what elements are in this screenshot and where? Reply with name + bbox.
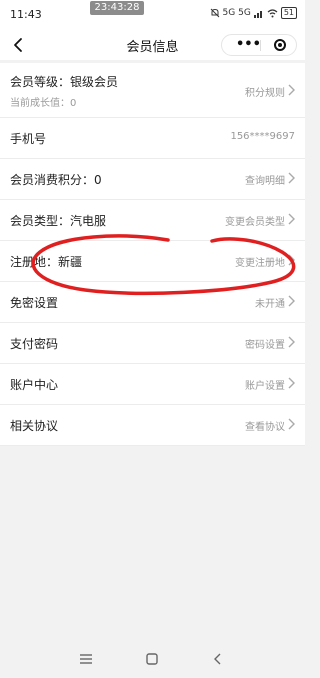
payment-password-row[interactable]: 支付密码 密码设置 (0, 323, 305, 364)
view-agreements-link[interactable]: 查看协议 (245, 418, 285, 433)
password-free-status[interactable]: 未开通 (255, 295, 285, 310)
phone-value: 156****9697 (230, 131, 295, 142)
signal-icon (253, 10, 262, 18)
more-menu-icon[interactable]: ••• (236, 37, 261, 52)
mini-program-capsule: ••• (221, 34, 297, 56)
system-navigation-bar (0, 640, 305, 678)
nav-bar: 会员信息 ••• (0, 30, 305, 60)
chevron-right-icon (288, 336, 295, 348)
member-type-label: 会员类型：汽电服 (10, 214, 107, 228)
password-settings-link[interactable]: 密码设置 (245, 336, 285, 351)
registration-place-label: 注册地：新疆 (10, 255, 83, 269)
change-member-type-link[interactable]: 变更会员类型 (225, 213, 285, 228)
consumption-points-label: 会员消费积分：0 (10, 173, 102, 187)
account-settings-link[interactable]: 账户设置 (245, 377, 285, 392)
member-info-list: 会员等级：银级会员 当前成长值：0 积分规则 手机号 156****9697 会… (0, 63, 305, 446)
phone-label: 手机号 (10, 132, 47, 146)
chevron-right-icon (288, 295, 295, 307)
agreements-label: 相关协议 (10, 419, 59, 433)
registration-place-row[interactable]: 注册地：新疆 变更注册地 (0, 241, 305, 282)
wifi-icon (267, 8, 278, 17)
status-icons: 5G 5G 51 (210, 7, 297, 19)
member-type-row[interactable]: 会员类型：汽电服 变更会员类型 (0, 200, 305, 241)
points-rules-link[interactable]: 积分规则 (245, 84, 285, 99)
growth-value-label: 当前成长值：0 (10, 98, 77, 109)
consumption-points-row[interactable]: 会员消费积分：0 查询明细 (0, 159, 305, 200)
status-time: 11:43 (10, 8, 42, 21)
close-miniprogram-icon[interactable] (274, 39, 286, 51)
password-free-row[interactable]: 免密设置 未开通 (0, 282, 305, 323)
change-registration-place-link[interactable]: 变更注册地 (235, 254, 285, 269)
chevron-right-icon (288, 172, 295, 184)
chevron-right-icon (288, 418, 295, 430)
password-free-label: 免密设置 (10, 296, 59, 310)
recording-timer: 23:43:28 (90, 1, 144, 15)
capsule-divider (260, 40, 261, 51)
query-details-link[interactable]: 查询明细 (245, 172, 285, 187)
home-icon[interactable] (144, 652, 160, 666)
mute-bell-icon (210, 8, 219, 18)
chevron-right-icon (288, 213, 295, 225)
chevron-right-icon (288, 84, 295, 96)
account-center-label: 账户中心 (10, 378, 59, 392)
battery-indicator: 51 (280, 7, 297, 19)
system-back-icon[interactable] (210, 652, 226, 666)
status-bar: 11:43 23:43:28 5G 5G 51 (0, 0, 305, 30)
agreements-row[interactable]: 相关协议 查看协议 (0, 405, 305, 446)
member-level-row[interactable]: 会员等级：银级会员 当前成长值：0 积分规则 (0, 63, 305, 118)
chevron-right-icon (288, 254, 295, 266)
member-level-label: 会员等级：银级会员 (10, 75, 119, 89)
phone-row: 手机号 156****9697 (0, 118, 305, 159)
menu-icon[interactable] (78, 652, 94, 666)
chevron-right-icon (288, 377, 295, 389)
account-center-row[interactable]: 账户中心 账户设置 (0, 364, 305, 405)
payment-password-label: 支付密码 (10, 337, 59, 351)
network-indicator: 5G 5G (222, 8, 251, 18)
